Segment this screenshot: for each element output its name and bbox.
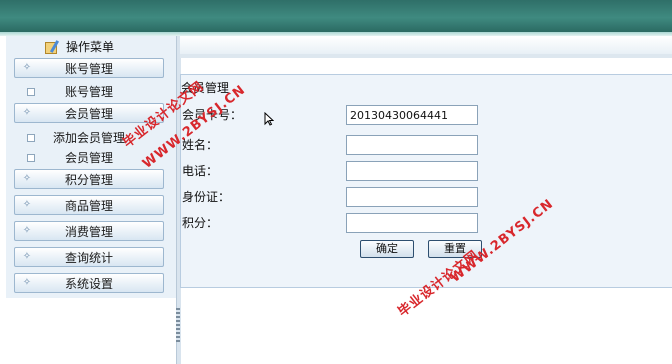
phone-label: 电话： [182,164,219,178]
menu-group-goods[interactable]: ✧ 商品管理 [14,195,164,215]
menu-group-consume[interactable]: ✧ 消费管理 [14,221,164,241]
menu-group-account[interactable]: ✧ 账号管理 [14,58,164,78]
menu-group-label: 消费管理 [64,225,113,239]
menu-group-label: 积分管理 [64,173,113,187]
points-label: 积分： [182,216,219,230]
menu-group-label: 系统设置 [64,277,113,291]
submenu-item-account[interactable]: 账号管理 [14,83,164,101]
points-input[interactable] [346,213,478,233]
name-input[interactable] [346,135,478,155]
id-card-input[interactable] [346,187,478,207]
submit-button[interactable]: 确定 [360,240,414,258]
menu-group-points[interactable]: ✧ 积分管理 [14,169,164,189]
menu-group-label: 查询统计 [64,251,113,265]
content-header-bar [180,54,672,58]
edit-icon [44,40,60,54]
sidebar: 操作菜单 ✧ 账号管理 账号管理 ✧ 会员管理 添加会员管理 会员管理 ✧ 积分… [0,36,176,364]
menu-title-label: 操作菜单 [66,40,115,54]
id-card-label: 身份证： [182,190,231,204]
mouse-cursor-icon [264,112,274,126]
menu-group-settings[interactable]: ✧ 系统设置 [14,273,164,293]
splitter-grip[interactable] [176,308,180,342]
card-number-input[interactable] [346,105,478,125]
menu-group-label: 账号管理 [64,62,113,76]
menu-group-query[interactable]: ✧ 查询统计 [14,247,164,267]
content-header [180,36,672,55]
top-banner [0,0,672,33]
menu-group-label: 商品管理 [64,199,113,213]
submenu-item-label: 账号管理 [64,85,113,99]
phone-input[interactable] [346,161,478,181]
menu-title: 操作菜单 [44,38,114,56]
